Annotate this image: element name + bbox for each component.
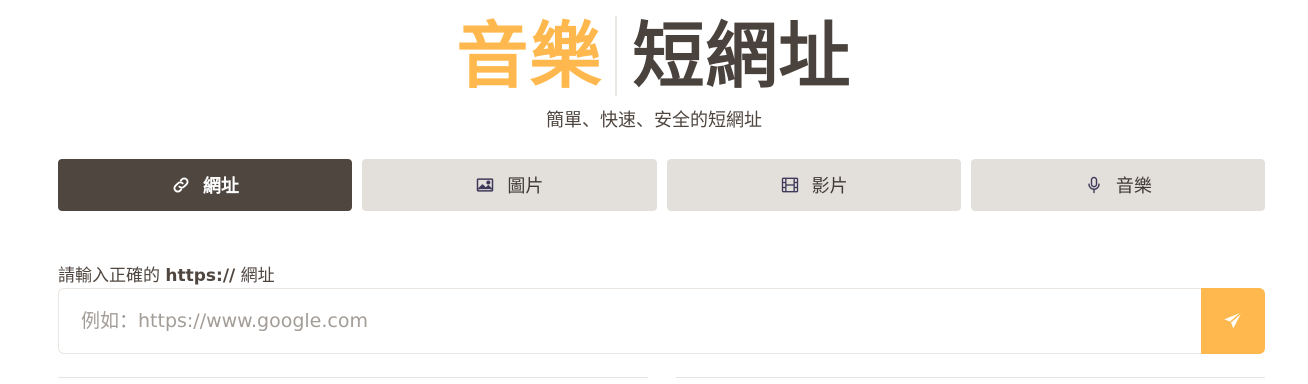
tab-image[interactable]: 圖片 [362,159,657,211]
label-prefix: 請輸入正確的 [58,266,166,286]
tab-image-label: 圖片 [507,176,544,197]
section-divider-left [58,377,648,378]
subtitle: 簡單、快速、安全的短網址 [546,110,762,131]
tab-video-label: 影片 [811,176,848,197]
link-icon [173,177,189,193]
label-suffix: 網址 [235,266,275,286]
tab-music-label: 音樂 [1115,176,1152,197]
tab-url[interactable]: 網址 [58,159,353,211]
logo: 音樂 短網址 [0,14,1308,98]
film-icon [781,177,798,193]
image-icon [477,178,494,192]
section-divider-right [676,377,1265,378]
label-bold: https:// [165,266,236,286]
logo-main-text: 短網址 [632,14,852,98]
url-input[interactable] [58,288,1201,354]
send-icon [1224,311,1243,329]
microphone-icon [1088,176,1100,194]
logo-accent-text: 音樂 [456,14,603,98]
tab-music[interactable]: 音樂 [970,159,1265,211]
tab-bar: 網址 圖片 影片 音樂 [58,159,1265,211]
submit-button[interactable] [1201,288,1265,354]
url-input-group [58,288,1265,354]
url-field-label: 請輸入正確的 https:// 網址 [58,261,275,286]
tab-url-label: 網址 [203,176,240,197]
logo-divider [614,16,617,96]
tab-video[interactable]: 影片 [666,159,961,211]
